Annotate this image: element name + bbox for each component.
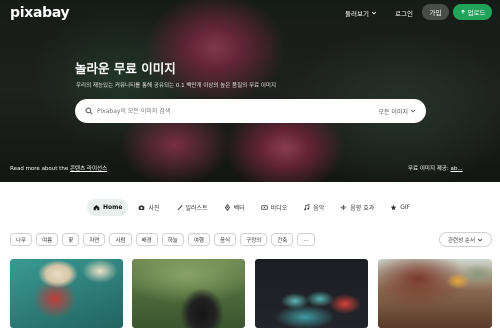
video-icon bbox=[260, 205, 268, 210]
tab-label: 음악 bbox=[313, 205, 325, 212]
hero-subtitle: 우리의 재능있는 커뮤니티를 통해 공유되는 0.1 백만개 이상의 높은 품질… bbox=[76, 83, 277, 89]
license-note: Read more about the 콘텐츠 라이선스 bbox=[10, 164, 107, 172]
tag-chip[interactable]: 구정의 bbox=[240, 233, 268, 246]
license-link[interactable]: 콘텐츠 라이선스 bbox=[70, 166, 107, 172]
search-type-label: 모든 이미지 bbox=[378, 108, 408, 116]
sort-dropdown[interactable]: 관련성 순서 bbox=[439, 232, 492, 247]
explore-label: 둘러보기 bbox=[345, 10, 369, 18]
tag-chip[interactable]: 사람 bbox=[109, 233, 132, 246]
search-type-dropdown[interactable]: 모든 이미지 bbox=[378, 107, 416, 116]
explore-menu[interactable]: 둘러보기 bbox=[345, 8, 377, 18]
tab-label: 음향 효과 bbox=[350, 205, 375, 212]
join-button[interactable]: 가입 bbox=[422, 4, 449, 20]
tag-chip[interactable]: 건축 bbox=[271, 233, 294, 246]
photo-thumbnail[interactable] bbox=[132, 259, 245, 328]
chevron-down-icon bbox=[477, 238, 483, 242]
tab-label: Home bbox=[103, 204, 123, 211]
tab-music[interactable]: 음악 bbox=[297, 199, 330, 216]
home-icon bbox=[93, 205, 100, 211]
tab-label: 일러스트 bbox=[185, 205, 208, 212]
credit-user-link[interactable]: ab... bbox=[451, 166, 463, 172]
tab-illustrations[interactable]: 일러스트 bbox=[170, 199, 214, 216]
media-type-tabs: Home 사진 일러스트 벡터 비디오 음악 음향 효과 GIF bbox=[87, 199, 416, 216]
brush-icon bbox=[176, 205, 183, 211]
camera-icon bbox=[139, 205, 145, 210]
music-icon bbox=[304, 204, 310, 211]
search-icon bbox=[85, 107, 93, 115]
tag-chip[interactable]: 나무 bbox=[10, 233, 33, 246]
search-input[interactable] bbox=[97, 107, 379, 115]
pixabay-logo[interactable]: pixabay bbox=[10, 5, 70, 21]
upload-icon bbox=[460, 9, 465, 14]
tab-label: 비디오 bbox=[270, 205, 288, 212]
more-tags-chip[interactable]: ... bbox=[297, 233, 315, 246]
tag-chip[interactable]: 하늘 bbox=[161, 233, 184, 246]
sort-label: 관련성 순서 bbox=[447, 237, 476, 244]
login-link[interactable]: 로그인 bbox=[395, 8, 413, 18]
tag-chips: 나무 여름 꽃 자연 사람 배경 하늘 여행 음식 구정의 건축 ... bbox=[10, 233, 315, 246]
tag-chip[interactable]: 여행 bbox=[187, 233, 210, 246]
tab-home[interactable]: Home bbox=[87, 199, 129, 216]
tab-label: 사진 bbox=[148, 205, 160, 212]
photo-thumbnail[interactable] bbox=[255, 259, 368, 328]
hero-title: 놀라운 무료 이미지 bbox=[75, 61, 176, 76]
credit-prefix: 무료 이미지 제공: bbox=[408, 166, 449, 172]
tag-chip[interactable]: 음식 bbox=[213, 233, 237, 246]
license-prefix: Read more about the bbox=[10, 166, 69, 172]
hero-banner: pixabay 둘러보기 로그인 가입 업로드 놀라운 무료 이미지 우리의 재… bbox=[0, 0, 500, 182]
upload-label: 업로드 bbox=[467, 9, 486, 17]
upload-button[interactable]: 업로드 bbox=[453, 4, 492, 20]
tag-chip[interactable]: 여름 bbox=[36, 233, 59, 246]
photo-thumbnail[interactable] bbox=[10, 259, 123, 328]
vector-icon bbox=[224, 204, 230, 211]
chevron-down-icon bbox=[371, 11, 377, 15]
tag-chip[interactable]: 자연 bbox=[83, 233, 106, 246]
tab-vectors[interactable]: 벡터 bbox=[218, 199, 251, 216]
search-bar: 모든 이미지 bbox=[75, 99, 426, 123]
tab-gif[interactable]: GIF bbox=[384, 199, 416, 216]
tab-label: 벡터 bbox=[233, 205, 245, 212]
tab-videos[interactable]: 비디오 bbox=[255, 199, 294, 216]
tab-label: GIF bbox=[400, 204, 411, 211]
gif-icon bbox=[390, 204, 397, 211]
tag-chip[interactable]: 배경 bbox=[135, 233, 158, 246]
sound-effect-icon bbox=[340, 205, 347, 210]
tab-sound-effects[interactable]: 음향 효과 bbox=[334, 199, 380, 216]
tag-chip[interactable]: 꽃 bbox=[62, 233, 80, 246]
image-credit: 무료 이미지 제공: ab... bbox=[408, 164, 463, 172]
photo-thumbnail[interactable] bbox=[378, 259, 492, 328]
tab-photos[interactable]: 사진 bbox=[132, 199, 165, 216]
chevron-down-icon bbox=[410, 109, 416, 113]
